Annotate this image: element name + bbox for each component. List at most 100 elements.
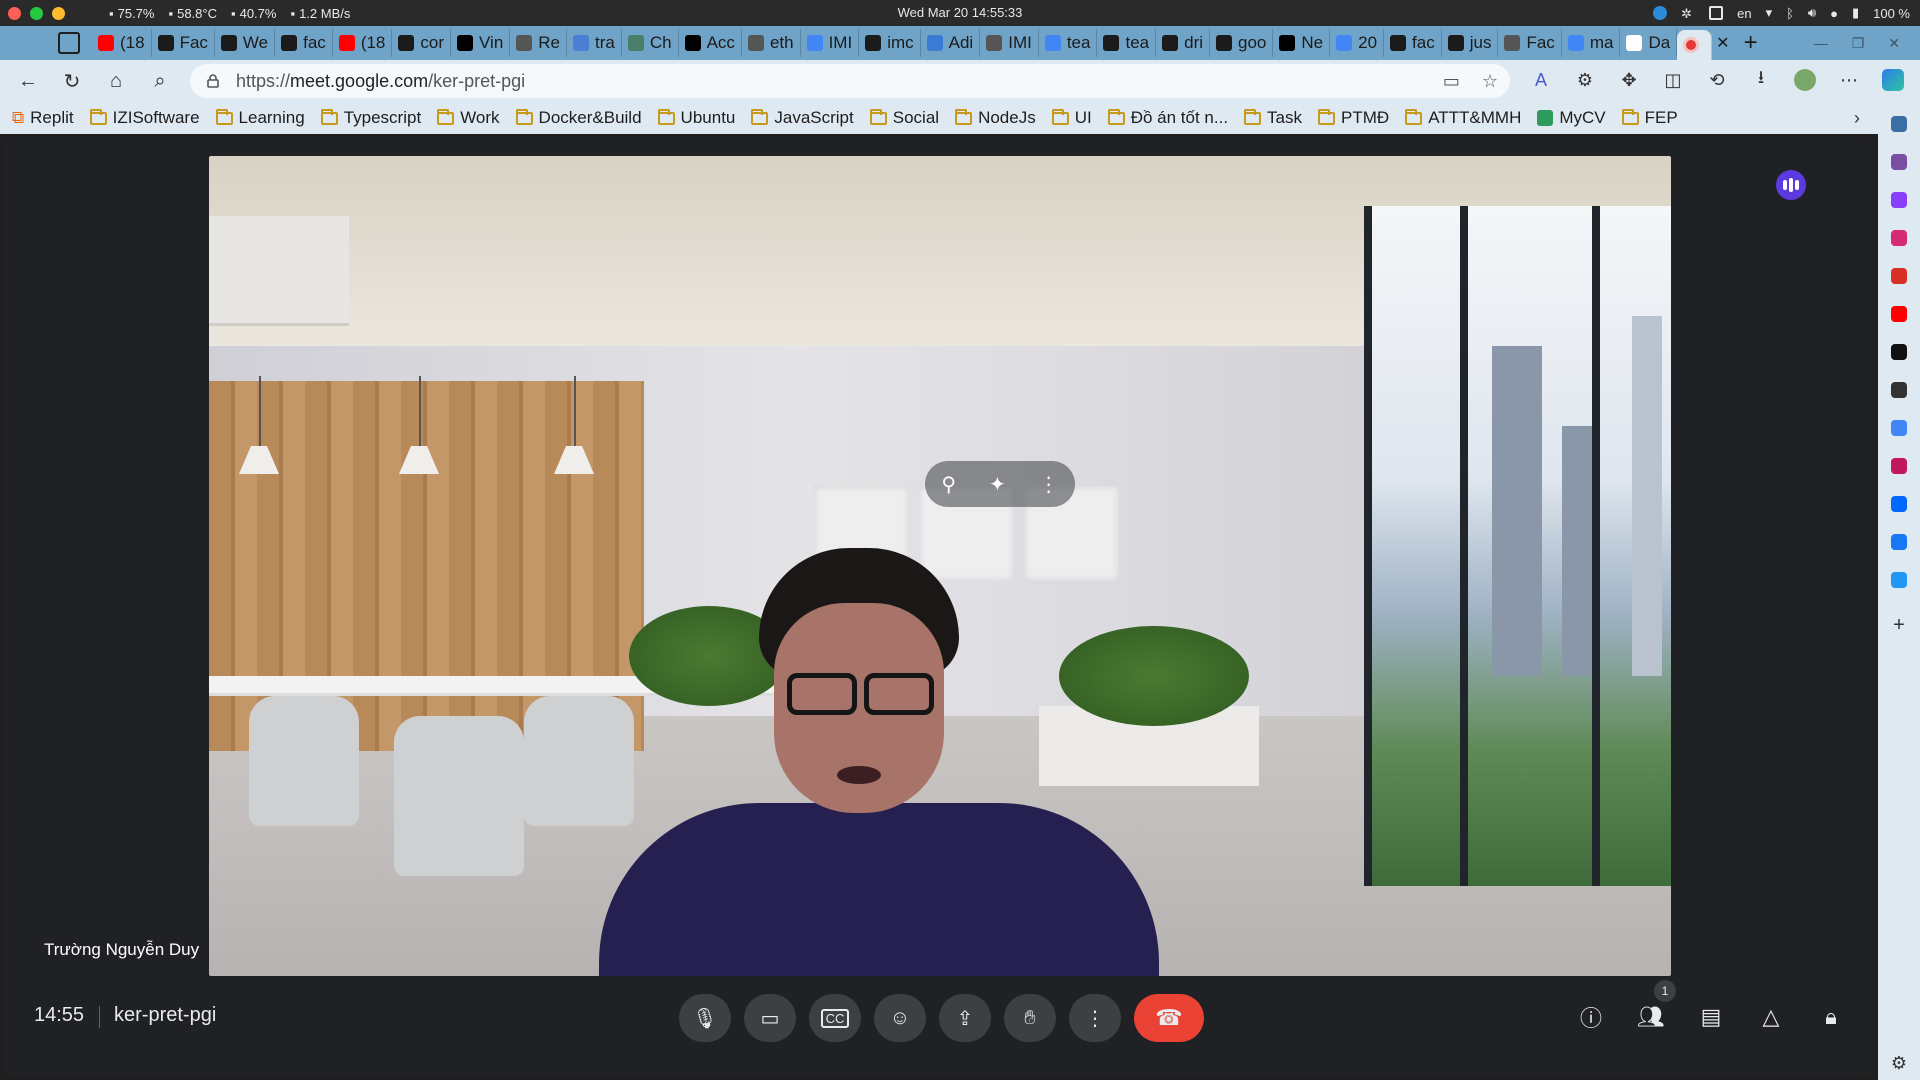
edge-icon[interactable] bbox=[1653, 6, 1668, 20]
restore-icon[interactable]: ❐ bbox=[1852, 35, 1865, 52]
browser-tab[interactable] bbox=[1677, 30, 1713, 60]
new-tab-button[interactable]: + bbox=[1744, 29, 1758, 57]
raise-hand-button[interactable]: ✋︎ bbox=[1004, 994, 1056, 1042]
maximize-window-button[interactable] bbox=[30, 6, 43, 20]
browser-tab[interactable]: Fac bbox=[1498, 29, 1562, 57]
close-window-button[interactable] bbox=[8, 6, 21, 20]
camera-button[interactable]: ▭ bbox=[744, 994, 796, 1042]
browser-tab[interactable]: Da bbox=[1620, 29, 1678, 57]
minimize-icon[interactable]: — bbox=[1814, 35, 1828, 51]
activities-button[interactable]: △ bbox=[1756, 1002, 1786, 1032]
bookmark-item[interactable]: Learning bbox=[215, 108, 305, 128]
bookmark-item[interactable]: Task bbox=[1244, 108, 1302, 128]
browser-tab[interactable]: eth bbox=[742, 29, 801, 57]
browser-tab[interactable]: dri bbox=[1156, 29, 1211, 57]
tools-icon[interactable] bbox=[1891, 154, 1907, 170]
clipboard-icon[interactable] bbox=[1709, 6, 1724, 20]
microphone-button[interactable]: 🎙︎ bbox=[679, 994, 731, 1042]
pin-icon[interactable]: ⚲ bbox=[941, 472, 956, 497]
search-icon[interactable]: ⌕ bbox=[148, 69, 172, 93]
browser-tab[interactable]: We bbox=[215, 29, 276, 57]
wifi-icon[interactable]: ▾ bbox=[1766, 5, 1773, 21]
browser-tab[interactable]: cor bbox=[392, 29, 452, 57]
browser-tab[interactable]: IMI bbox=[801, 29, 860, 57]
bookmark-item[interactable]: PTMĐ bbox=[1318, 108, 1389, 128]
split-screen-icon[interactable]: ◫ bbox=[1662, 69, 1684, 91]
tab-search-button[interactable] bbox=[58, 32, 80, 54]
effects-sparkle-icon[interactable]: ✦ bbox=[989, 472, 1006, 497]
meeting-details-button[interactable]: ⓘ bbox=[1576, 1002, 1606, 1032]
language-indicator[interactable]: en bbox=[1737, 6, 1751, 21]
gmail-icon[interactable] bbox=[1891, 268, 1907, 284]
browser-tab[interactable]: (18 bbox=[92, 29, 152, 57]
host-controls-button[interactable]: 🔒︎ bbox=[1816, 1002, 1846, 1032]
tile-more-icon[interactable]: ⋮ bbox=[1039, 472, 1059, 497]
browser-tab[interactable]: tra bbox=[567, 29, 622, 57]
browser-tab[interactable]: Ch bbox=[622, 29, 679, 57]
translate-icon[interactable]: A bbox=[1530, 69, 1552, 91]
browser-tab[interactable]: Ne bbox=[1273, 29, 1331, 57]
bookmark-item[interactable]: Typescript bbox=[320, 108, 421, 128]
profile-avatar[interactable] bbox=[1794, 69, 1816, 91]
home-button[interactable]: ⌂ bbox=[104, 69, 128, 93]
more-options-button[interactable]: ⋮ bbox=[1069, 994, 1121, 1042]
people-button[interactable]: 👥︎ 1 bbox=[1636, 980, 1676, 1032]
participant-video-tile[interactable]: ⚲ ✦ ⋮ bbox=[209, 156, 1671, 976]
browser-tab[interactable]: goo bbox=[1210, 29, 1274, 57]
browser-tab[interactable]: jus bbox=[1442, 29, 1499, 57]
bluetooth-icon[interactable]: ᛒ bbox=[1786, 6, 1794, 21]
captions-button[interactable]: CC bbox=[809, 994, 861, 1042]
address-bar[interactable]: https://meet.google.com/ker-pret-pgi ▭ ☆ bbox=[190, 64, 1510, 98]
browser-tab[interactable]: 20 bbox=[1330, 29, 1385, 57]
bookmark-item[interactable]: NodeJs bbox=[955, 108, 1036, 128]
bookmark-item[interactable]: ⧉ Replit bbox=[12, 108, 74, 128]
download-icon[interactable]: ⭳ bbox=[1750, 67, 1772, 91]
camera-in-use-icon[interactable]: ▭ bbox=[1443, 71, 1460, 92]
bookmark-item[interactable]: IZISoftware bbox=[89, 108, 200, 128]
chat-button[interactable]: ▤ bbox=[1696, 1002, 1726, 1032]
close-tab-icon[interactable]: ✕ bbox=[1716, 33, 1729, 53]
minimize-window-button[interactable] bbox=[52, 6, 65, 20]
battery-icon[interactable]: ▮ bbox=[1852, 5, 1859, 21]
history-icon[interactable]: ⟲ bbox=[1706, 69, 1728, 91]
instagram-icon[interactable] bbox=[1891, 230, 1907, 246]
bookmark-item[interactable]: Ubuntu bbox=[657, 108, 735, 128]
browser-tab[interactable]: tea bbox=[1039, 29, 1098, 57]
extensions-puzzle-icon[interactable]: ✥ bbox=[1618, 69, 1640, 91]
extension-icon[interactable]: ⚙ bbox=[1574, 69, 1596, 91]
browser-tab[interactable]: (18 bbox=[333, 29, 393, 57]
microphone-icon[interactable]: ● bbox=[1830, 6, 1838, 21]
bookmark-item[interactable]: Social bbox=[869, 108, 939, 128]
browser-tab[interactable]: IMI bbox=[980, 29, 1039, 57]
bookmark-item[interactable]: MyCV bbox=[1537, 108, 1606, 128]
browser-tab[interactable]: imc bbox=[859, 29, 921, 57]
tiktok-icon[interactable] bbox=[1891, 344, 1907, 360]
browser-tab[interactable]: Adi bbox=[921, 29, 981, 57]
slack-icon[interactable]: ✲ bbox=[1681, 6, 1695, 21]
copilot-icon[interactable] bbox=[1882, 69, 1904, 91]
browser-tab[interactable]: Fac bbox=[152, 29, 215, 57]
bookmark-item[interactable]: Docker&Build bbox=[515, 108, 642, 128]
app-icon[interactable] bbox=[1891, 458, 1907, 474]
add-app-icon[interactable]: + bbox=[1893, 614, 1905, 637]
zalo-icon[interactable] bbox=[1891, 496, 1907, 512]
bookmark-star-icon[interactable]: ☆ bbox=[1482, 71, 1498, 92]
present-screen-button[interactable]: ⇪ bbox=[939, 994, 991, 1042]
settings-icon[interactable]: ⚙ bbox=[1891, 1053, 1907, 1074]
facebook-icon[interactable] bbox=[1891, 534, 1907, 550]
messenger-icon[interactable] bbox=[1891, 192, 1907, 208]
bookmark-item[interactable]: ATTT&MMH bbox=[1405, 108, 1521, 128]
bookmark-item[interactable]: UI bbox=[1051, 108, 1092, 128]
browser-tab[interactable]: tea bbox=[1097, 29, 1157, 57]
google-icon[interactable] bbox=[1891, 420, 1907, 436]
browser-tab[interactable]: fac bbox=[275, 29, 333, 57]
browser-tab[interactable]: Re bbox=[510, 29, 568, 57]
bookmark-item[interactable]: Đồ án tốt n... bbox=[1107, 108, 1228, 128]
globe-icon[interactable] bbox=[1891, 572, 1907, 588]
reload-button[interactable]: ↻ bbox=[60, 69, 84, 93]
search-icon[interactable] bbox=[1891, 116, 1907, 132]
close-icon[interactable]: ✕ bbox=[1888, 35, 1900, 52]
volume-icon[interactable]: 🔊︎ bbox=[1808, 5, 1816, 21]
youtube-icon[interactable] bbox=[1891, 306, 1907, 322]
leave-call-button[interactable]: ☎︎ bbox=[1134, 994, 1204, 1042]
